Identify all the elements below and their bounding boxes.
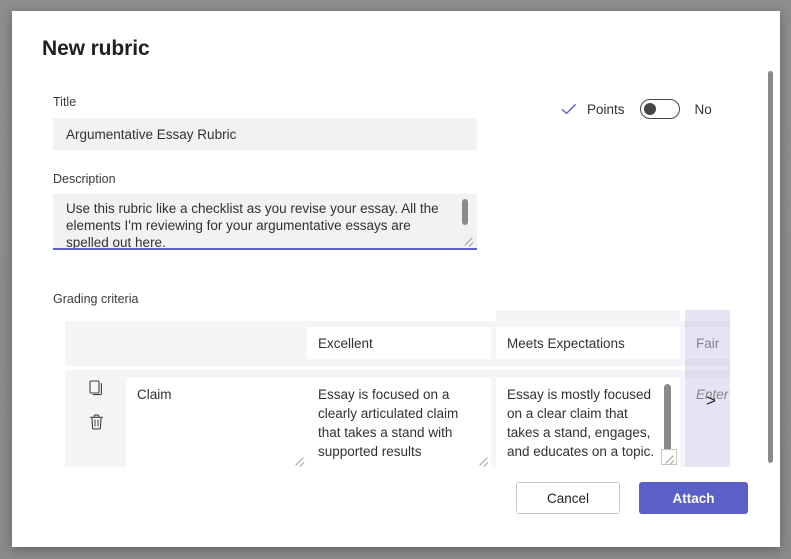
column-header-input-1[interactable] [307,327,491,359]
criterion-textarea[interactable] [126,378,307,467]
cancel-button[interactable]: Cancel [516,482,620,514]
resize-grip-lines [662,450,676,464]
points-toggle-switch[interactable] [640,99,680,119]
checkmark-icon [560,100,578,118]
toggle-knob [644,103,656,115]
copy-icon [89,380,104,399]
trash-icon [89,414,104,433]
dialog-scrollbar-track[interactable] [765,11,775,471]
points-state-label: No [695,102,712,117]
dialog-scrollbar-thumb[interactable] [768,71,773,463]
description-field-label: Description [53,172,116,186]
points-toggle-group: Points No [560,99,712,119]
rating-textarea-1[interactable] [307,378,491,467]
grading-criteria-table [65,310,730,467]
dialog-footer: Cancel Attach [12,471,780,547]
rating-cell-1 [307,378,491,467]
rating-cell-2 [496,378,680,467]
attach-button[interactable]: Attach [639,482,748,514]
table-header-row [65,321,730,366]
description-textarea[interactable] [53,194,477,250]
delete-row-button[interactable] [85,412,107,434]
table-row [65,370,730,467]
points-label: Points [587,102,625,117]
description-field-wrap [53,194,477,250]
title-input[interactable] [53,118,477,150]
copy-row-button[interactable] [85,378,107,400]
column-header-input-2[interactable] [496,327,680,359]
column-header-input-3[interactable] [685,327,730,359]
row-actions [74,378,118,434]
title-field-label: Title [53,95,76,109]
page-title: New rubric [42,37,150,61]
dialog-scroll-body: New rubric Title Points No Description G [12,11,780,471]
scroll-right-icon[interactable]: > [706,391,716,411]
new-rubric-dialog: New rubric Title Points No Description G [12,11,780,547]
rating-textarea-2[interactable] [496,378,680,467]
rating-resize-handle-2[interactable] [661,449,677,465]
criterion-cell [126,378,307,467]
grading-criteria-label: Grading criteria [53,292,138,306]
